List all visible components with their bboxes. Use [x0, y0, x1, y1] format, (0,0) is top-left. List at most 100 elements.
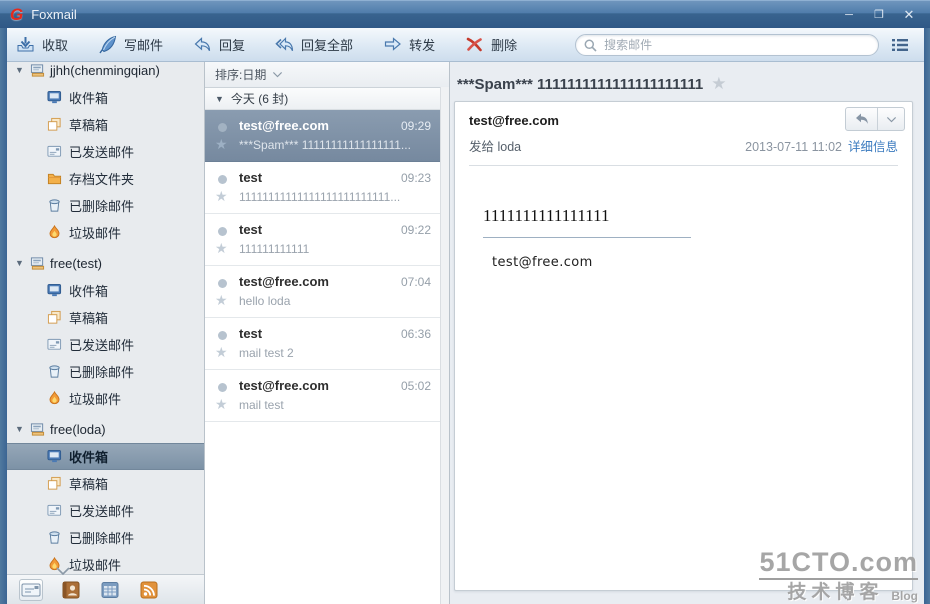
mail-sender: test@free.com: [239, 274, 329, 289]
sidebar-item-drafts[interactable]: 草稿箱: [7, 470, 204, 497]
delete-x-icon: [465, 35, 484, 54]
close-button[interactable]: ✕: [896, 6, 922, 24]
group-header-today[interactable]: ▼ 今天 (6 封): [205, 88, 449, 110]
forward-button[interactable]: 转发: [383, 35, 435, 54]
mail-list-scrollbar[interactable]: [440, 87, 449, 604]
reply-label: 回复: [219, 38, 246, 53]
mail-list-item[interactable]: ★ test@free.com 05:02 mail test: [205, 370, 449, 422]
sidebar-item-deleted[interactable]: 已删除邮件: [7, 358, 204, 385]
title-star-icon[interactable]: ★: [711, 74, 726, 93]
mail-icon: [21, 581, 41, 599]
message-to: 发给 loda: [469, 140, 522, 154]
folder-label: 已发送邮件: [69, 145, 135, 160]
star-icon[interactable]: ★: [215, 136, 228, 153]
star-icon[interactable]: ★: [215, 344, 228, 361]
trash-icon: [47, 198, 62, 213]
unread-dot-icon: [218, 175, 227, 184]
sidebar-item-sent[interactable]: 已发送邮件: [7, 138, 204, 165]
mail-list-item[interactable]: ★ test@free.com 07:04 hello loda: [205, 266, 449, 318]
unread-dot-icon: [218, 279, 227, 288]
forward-label: 转发: [409, 38, 436, 53]
contacts-icon: [61, 581, 81, 599]
sort-header[interactable]: 排序:日期: [205, 62, 449, 88]
account-icon: [30, 63, 45, 78]
mail-subject: hello loda: [239, 294, 291, 308]
folder-label: 已删除邮件: [69, 531, 135, 546]
star-icon[interactable]: ★: [215, 188, 228, 205]
expand-arrow-icon[interactable]: ▼: [15, 258, 25, 268]
contacts-view-button[interactable]: [60, 580, 82, 600]
collapse-chevron-icon[interactable]: [55, 566, 71, 576]
inbox-icon: [47, 90, 62, 105]
reply-all-button[interactable]: 回复全部: [275, 35, 353, 54]
calendar-view-button[interactable]: [99, 580, 121, 600]
message-from: test@free.com: [469, 113, 559, 128]
body-heading: 1111111111111111: [483, 206, 691, 238]
mail-list-item[interactable]: ★ test 09:22 111111111111: [205, 214, 449, 266]
sidebar-item-archive[interactable]: 存档文件夹: [7, 165, 204, 192]
sidebar-item-inbox-selected[interactable]: 收件箱: [7, 443, 204, 470]
receive-mail-button[interactable]: 收取: [16, 35, 68, 54]
minimize-button[interactable]: ─: [836, 6, 862, 24]
mail-subject: 11111111111111111111111111...: [239, 190, 401, 204]
account-row-jjhh[interactable]: ▼ jjhh(chenmingqian): [7, 62, 204, 84]
search-input[interactable]: [575, 33, 880, 56]
sidebar-item-inbox[interactable]: 收件箱: [7, 84, 204, 111]
watermark-site: 51CTO.com: [759, 549, 918, 580]
rss-view-button[interactable]: [138, 580, 160, 600]
account-row-free-loda[interactable]: ▼ free(loda): [7, 415, 204, 443]
maximize-button[interactable]: ❐: [866, 6, 892, 24]
details-link[interactable]: 详细信息: [848, 136, 898, 155]
sidebar-item-junk[interactable]: 垃圾邮件: [7, 385, 204, 412]
mail-list-item[interactable]: ★ test 06:36 mail test 2: [205, 318, 449, 370]
sidebar-item-inbox[interactable]: 收件箱: [7, 277, 204, 304]
folder-label: 已删除邮件: [69, 199, 135, 214]
folder-label: 垃圾邮件: [69, 558, 122, 573]
search-icon: [583, 38, 598, 53]
reply-button[interactable]: 回复: [193, 35, 245, 54]
expand-arrow-icon[interactable]: ▼: [15, 65, 25, 75]
reply-quick-button[interactable]: [846, 108, 877, 130]
sidebar-item-sent[interactable]: 已发送邮件: [7, 497, 204, 524]
account-row-free-test[interactable]: ▼ free(test): [7, 249, 204, 277]
folder-label: 草稿箱: [69, 477, 109, 492]
message-title: ***Spam*** 1111111111111111111111 ★: [450, 62, 924, 94]
title-bar[interactable]: G Foxmail ─ ❐ ✕: [0, 0, 930, 28]
calendar-icon: [100, 581, 120, 599]
reply-all-arrow-icon: [275, 35, 294, 54]
sidebar-item-deleted[interactable]: 已删除邮件: [7, 192, 204, 219]
mail-time: 07:04: [400, 275, 431, 289]
mail-view-button[interactable]: [19, 578, 43, 601]
star-icon[interactable]: ★: [215, 292, 228, 309]
compose-mail-button[interactable]: 写邮件: [98, 35, 163, 54]
group-expand-arrow-icon[interactable]: ▼: [215, 94, 224, 104]
junk-icon: [47, 225, 62, 240]
drafts-icon: [47, 117, 62, 132]
mail-list-item[interactable]: ★ test@free.com 09:29 ***Spam*** 1111111…: [205, 110, 449, 162]
mail-list-item[interactable]: ★ test 09:23 11111111111111111111111111.…: [205, 162, 449, 214]
foxmail-logo-icon: G: [10, 4, 24, 24]
sidebar-item-deleted[interactable]: 已删除邮件: [7, 524, 204, 551]
message-card: test@free.com 发给 loda 2013-07-11 11:02 详…: [454, 101, 913, 591]
sidebar-item-junk[interactable]: 垃圾邮件: [7, 219, 204, 246]
reply-arrow-icon: [193, 35, 212, 54]
sidebar-item-drafts[interactable]: 草稿箱: [7, 111, 204, 138]
app-title: Foxmail: [31, 7, 77, 22]
compose-pen-icon: [98, 35, 117, 54]
inbox-icon: [47, 283, 62, 298]
51cto-watermark: 51CTO.com 技术博客 Blog: [759, 549, 918, 602]
message-title-text: ***Spam*** 1111111111111111111111: [457, 76, 704, 93]
delete-label: 删除: [491, 38, 518, 53]
sidebar-item-drafts[interactable]: 草稿箱: [7, 304, 204, 331]
mail-sender: test@free.com: [239, 378, 329, 393]
expand-arrow-icon[interactable]: ▼: [15, 424, 25, 434]
list-view-icon[interactable]: [891, 37, 909, 53]
delete-button[interactable]: 删除: [465, 35, 517, 54]
rss-icon: [139, 581, 159, 599]
sidebar-item-sent[interactable]: 已发送邮件: [7, 331, 204, 358]
star-icon[interactable]: ★: [215, 240, 228, 257]
mail-time: 05:02: [400, 379, 431, 393]
star-icon[interactable]: ★: [215, 396, 228, 413]
reply-dropdown-button[interactable]: [877, 108, 904, 130]
archive-icon: [47, 171, 62, 186]
